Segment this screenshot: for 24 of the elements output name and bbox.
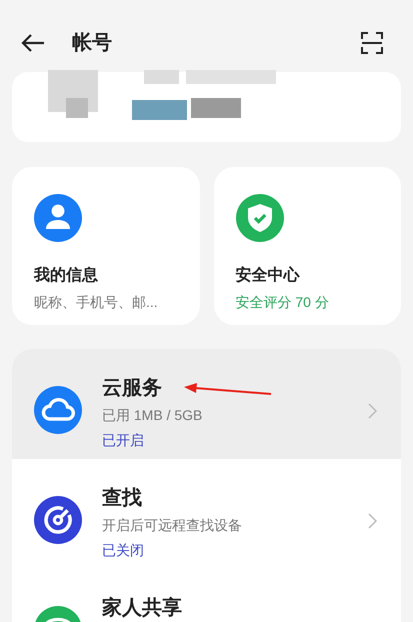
info-card[interactable]: 安全中心 安全评分 70 分	[214, 167, 401, 325]
info-card[interactable]: 我的信息 昵称、手机号、邮...	[12, 167, 200, 325]
service-detail: 已用 1MB / 5GB	[102, 406, 204, 425]
service-status: 已关闭	[102, 541, 145, 560]
chevron-right-icon	[368, 513, 377, 529]
profile-card[interactable]	[12, 72, 401, 142]
service-title: 查找	[102, 486, 142, 511]
card-subtitle: 安全评分 70 分	[236, 293, 330, 312]
page-title: 帐号	[72, 31, 112, 56]
scan-icon[interactable]	[361, 32, 383, 54]
back-arrow-icon[interactable]	[20, 33, 46, 53]
service-title: 云服务	[102, 376, 162, 401]
service-status: 已开启	[102, 431, 145, 450]
card-subtitle: 昵称、手机号、邮...	[34, 293, 159, 312]
service-row[interactable]: 云服务 已用 1MB / 5GB 已开启	[12, 349, 401, 459]
cloud-icon	[34, 386, 82, 434]
shield-check-icon	[236, 194, 284, 242]
card-title: 安全中心	[236, 265, 301, 286]
person-icon	[34, 194, 82, 242]
card-title: 我的信息	[34, 266, 99, 286]
service-detail: 开启后可远程查找设备	[102, 516, 243, 535]
radar-icon	[34, 496, 82, 544]
chevron-right-icon	[368, 403, 377, 419]
service-title: 家人共享	[102, 596, 182, 621]
